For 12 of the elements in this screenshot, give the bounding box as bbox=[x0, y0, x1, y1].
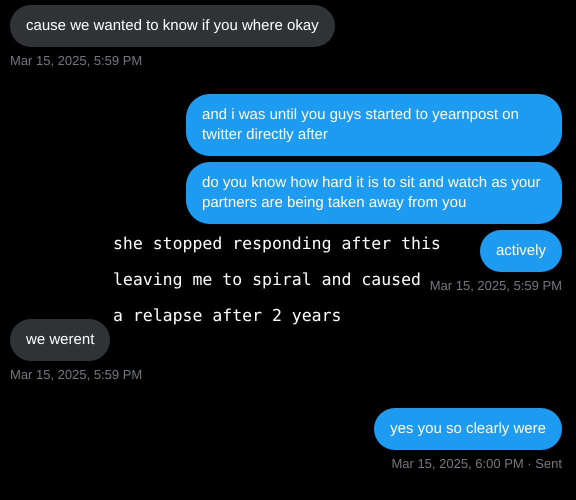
message-bubble: do you know how hard it is to sit and watch as your partners are being taken away from you bbox=[186, 162, 562, 224]
timestamp: Mar 15, 2025, 5:59 PM bbox=[10, 367, 142, 383]
timestamp: Mar 15, 2025, 5:59 PM bbox=[430, 278, 562, 294]
message-bubble: actively bbox=[480, 230, 562, 272]
message-bubble: and i was until you guys started to yearnpost on twitter directly after bbox=[186, 94, 562, 156]
timestamp: Mar 15, 2025, 6:00 PM · Sent bbox=[391, 456, 562, 472]
caption-text: a relapse after 2 years bbox=[113, 305, 342, 327]
message-bubble: we werent bbox=[10, 319, 110, 361]
caption-text: she stopped responding after this bbox=[113, 233, 441, 255]
message-bubble: cause we wanted to know if you where okay bbox=[10, 5, 335, 47]
timestamp: Mar 15, 2025, 5:59 PM bbox=[10, 53, 142, 69]
message-bubble: yes you so clearly were bbox=[374, 408, 562, 450]
